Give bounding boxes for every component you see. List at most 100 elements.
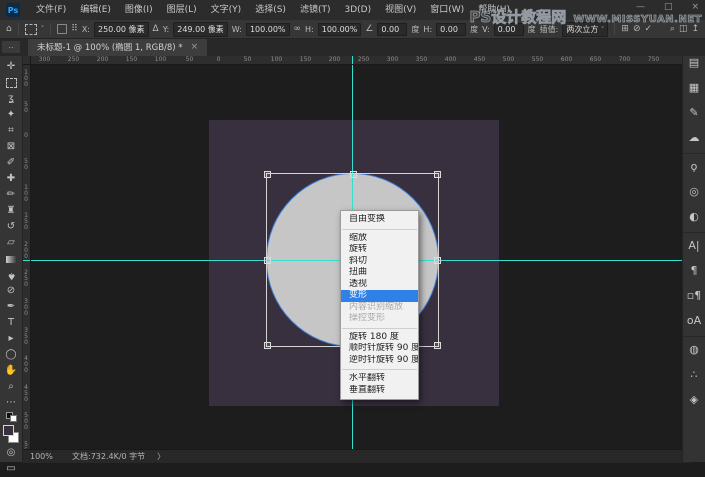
menu-item[interactable]: 文件(F) <box>29 0 73 20</box>
context-menu-item[interactable]: 垂直翻转 <box>341 385 418 397</box>
document-tab[interactable]: 未标题-1 @ 100% (椭圆 1, RGB/8) * × <box>28 38 207 56</box>
toolbar-collapse-button[interactable]: ‥ <box>2 41 20 53</box>
context-menu-item[interactable] <box>342 328 417 329</box>
link-dimensions-icon[interactable]: ∞ <box>294 24 302 34</box>
transform-handle-bottom-left[interactable] <box>264 342 271 349</box>
h-skew-input[interactable]: 0.00 <box>436 23 466 36</box>
patterns-icon[interactable]: ◎ <box>683 179 705 204</box>
height-input[interactable]: 100.00% <box>318 23 362 36</box>
menu-item[interactable]: 图像(I) <box>118 0 160 20</box>
menu-item[interactable]: 窗口(W) <box>423 0 471 20</box>
screen-mode-icon[interactable]: ▭ <box>0 461 22 477</box>
context-menu-item[interactable]: 透视 <box>341 279 418 291</box>
context-menu-item[interactable]: 变形 <box>341 290 418 302</box>
menu-item[interactable]: 文字(Y) <box>204 0 249 20</box>
brushes-icon[interactable]: ✎ <box>683 100 705 125</box>
pen-tool[interactable]: ✒ <box>0 299 22 315</box>
path-selection-tool[interactable]: ▸ <box>0 331 22 347</box>
move-tool[interactable]: ✛ <box>0 59 22 75</box>
commit-transform-button[interactable]: ✓ <box>645 24 653 34</box>
transform-tool-icon[interactable] <box>25 24 37 35</box>
character-icon[interactable]: A| <box>683 232 705 258</box>
menu-item[interactable]: 帮助(H) <box>471 0 517 20</box>
paragraph-icon[interactable]: ¶ <box>683 258 705 283</box>
horizontal-ruler[interactable]: 3002502001501005005010015020025030035040… <box>30 56 683 65</box>
context-menu-item[interactable]: 操控变形 <box>341 313 418 325</box>
eraser-tool[interactable]: ▱ <box>0 235 22 251</box>
menu-item[interactable]: 选择(S) <box>248 0 293 20</box>
workspace-switcher-icon[interactable]: ◫ <box>679 24 688 34</box>
menu-item[interactable]: 图层(L) <box>160 0 204 20</box>
clone-stamp-tool[interactable]: ♜ <box>0 203 22 219</box>
frame-tool[interactable]: ⊠ <box>0 139 22 155</box>
close-button[interactable]: × <box>691 1 699 13</box>
v-skew-input[interactable]: 0.00 <box>494 23 524 36</box>
quick-selection-tool[interactable]: ✦ <box>0 107 22 123</box>
paths-icon[interactable]: ∴ <box>683 362 705 387</box>
quick-mask-icon[interactable]: ◎ <box>0 445 22 461</box>
home-icon[interactable]: ⌂ <box>6 24 12 34</box>
color-icon[interactable]: ◍ <box>683 336 705 362</box>
edit-toolbar-icon[interactable]: ⋯ <box>0 395 22 411</box>
brush-tool[interactable]: ✏ <box>0 187 22 203</box>
dodge-tool[interactable]: ⊘ <box>0 283 22 299</box>
context-menu-item[interactable]: 内容识别缩放 <box>341 302 418 314</box>
transform-handle-top-middle[interactable] <box>350 171 357 178</box>
type-tool[interactable]: T <box>0 315 22 331</box>
glyphs-icon[interactable]: oA <box>683 308 705 333</box>
paragraph-styles-icon[interactable]: ▫¶ <box>683 283 705 308</box>
context-menu-item[interactable]: 缩放 <box>341 233 418 245</box>
y-input[interactable]: 249.00 像素 <box>173 22 228 37</box>
delta-icon[interactable]: Δ <box>153 24 159 34</box>
healing-brush-tool[interactable]: ✚ <box>0 171 22 187</box>
cancel-transform-button[interactable]: ⊘ <box>633 24 641 34</box>
libraries-icon[interactable]: ☁ <box>683 125 705 150</box>
x-input[interactable]: 250.00 像素 <box>94 22 149 37</box>
context-menu-item[interactable] <box>342 369 417 370</box>
transform-handle-bottom-right[interactable] <box>434 342 441 349</box>
ruler-origin-corner[interactable] <box>22 56 31 65</box>
menu-item[interactable]: 编辑(E) <box>73 0 118 20</box>
rectangular-marquee-tool[interactable] <box>0 75 22 91</box>
warp-mode-icon[interactable]: ⊞ <box>621 24 629 34</box>
adjustments-icon[interactable]: ◐ <box>683 204 705 229</box>
menu-item[interactable]: 滤镜(T) <box>293 0 338 20</box>
hand-tool[interactable]: ✋ <box>0 363 22 379</box>
lasso-tool[interactable]: ʓ <box>0 91 22 107</box>
menu-item[interactable]: 视图(V) <box>378 0 423 20</box>
reference-point-grid-icon[interactable]: ⠿ <box>71 24 78 34</box>
search-icon[interactable]: ⌕ <box>670 24 675 34</box>
zoom-tool[interactable]: ⌕ <box>0 379 22 395</box>
context-menu-item[interactable]: 扭曲 <box>341 267 418 279</box>
transform-handle-middle-left[interactable] <box>264 257 271 264</box>
context-menu-item[interactable] <box>342 229 417 230</box>
context-menu-item[interactable]: 旋转 <box>341 244 418 256</box>
share-icon[interactable]: ↥ <box>691 24 699 34</box>
menu-item[interactable]: 3D(D) <box>337 0 378 20</box>
transform-handle-top-right[interactable] <box>434 171 441 178</box>
status-chevron-icon[interactable]: 〉 <box>157 451 165 462</box>
swap-colors-icon[interactable] <box>0 411 22 423</box>
blur-tool[interactable]: ♠ <box>0 267 22 283</box>
tab-close-icon[interactable]: × <box>191 42 199 52</box>
maximize-button[interactable]: □ <box>664 1 673 13</box>
width-input[interactable]: 100.00% <box>246 23 290 36</box>
eyedropper-tool[interactable]: ✐ <box>0 155 22 171</box>
rotation-input[interactable]: 0.00 <box>377 23 407 36</box>
ellipse-tool[interactable]: ◯ <box>0 347 22 363</box>
gradient-tool[interactable] <box>0 251 22 267</box>
reference-point-checkbox[interactable] <box>57 24 67 34</box>
context-menu-item[interactable]: 顺时针旋转 90 度 <box>341 343 418 355</box>
context-menu-item[interactable]: 斜切 <box>341 256 418 268</box>
transform-handle-middle-right[interactable] <box>434 257 441 264</box>
interpolation-select[interactable]: 两次立方 ˅ <box>562 22 608 37</box>
transform-handle-top-left[interactable] <box>264 171 271 178</box>
foreground-background-swatches[interactable] <box>0 423 22 445</box>
layers-icon[interactable]: ◈ <box>683 387 705 412</box>
zoom-level-field[interactable]: 100% <box>30 452 60 461</box>
context-menu-item[interactable]: 逆时针旋转 90 度 <box>341 355 418 367</box>
history-brush-tool[interactable]: ↺ <box>0 219 22 235</box>
context-menu-item[interactable]: 自由变换 <box>341 214 418 226</box>
context-menu-item[interactable]: 旋转 180 度 <box>341 332 418 344</box>
crop-tool[interactable]: ⌗ <box>0 123 22 139</box>
